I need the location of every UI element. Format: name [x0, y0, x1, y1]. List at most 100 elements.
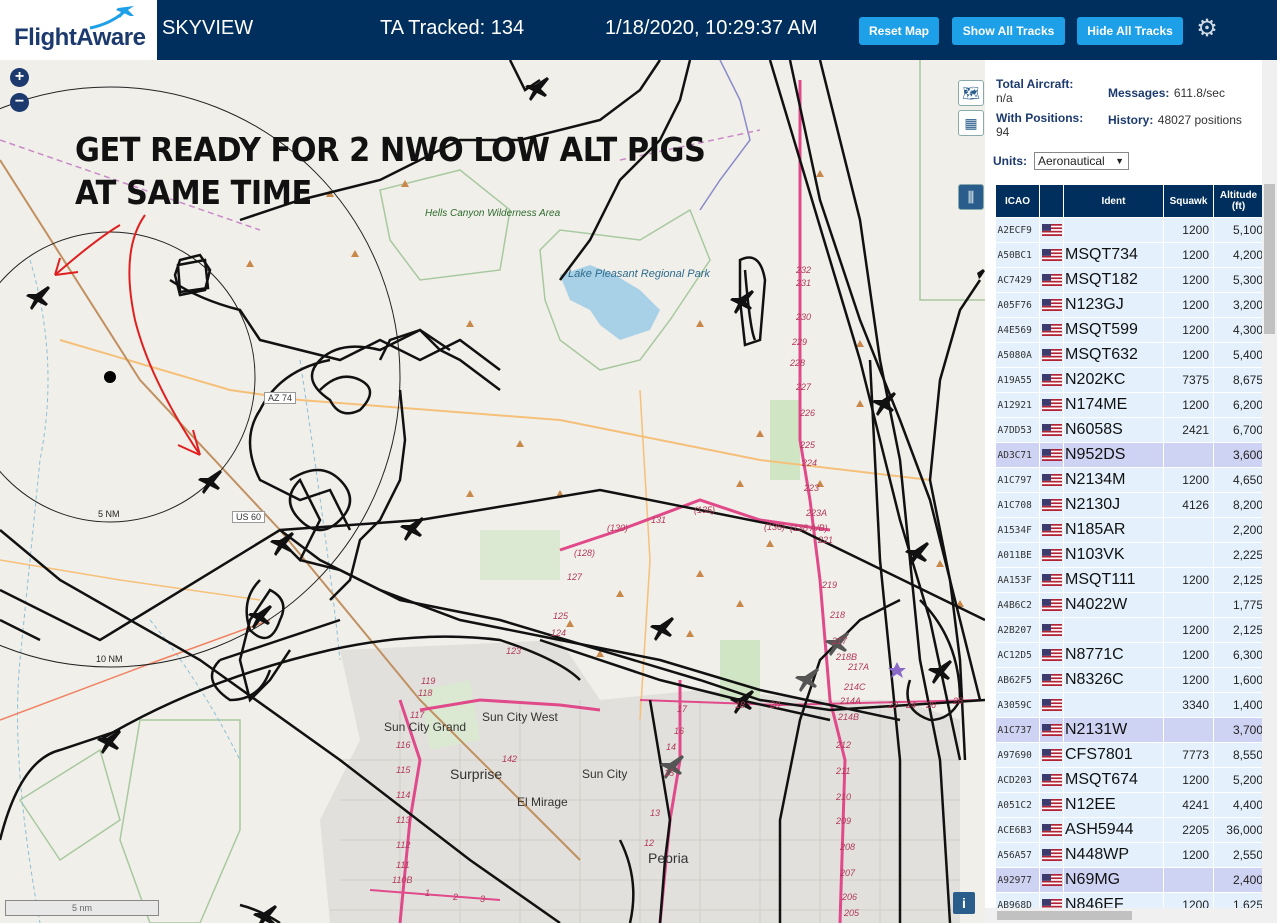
- table-row[interactable]: AD3C71 N952DS 3,600: [995, 442, 1264, 468]
- table-row[interactable]: A1C797 N2134M 1200 4,650: [995, 467, 1264, 493]
- cell-ident: N2134M: [1063, 467, 1164, 493]
- table-row[interactable]: AB62F5 N8326C 1200 1,600: [995, 667, 1264, 693]
- table-row[interactable]: A011BE N103VK 2,225: [995, 542, 1264, 568]
- table-row[interactable]: A97690 CFS7801 7773 8,550: [995, 742, 1264, 768]
- show-all-tracks-button[interactable]: Show All Tracks: [952, 17, 1065, 45]
- hwy-label: 110B: [392, 875, 413, 885]
- us-flag-icon: [1039, 817, 1064, 843]
- table-row[interactable]: A2B207 1200 2,125: [995, 617, 1264, 643]
- hwy-label: 3: [480, 894, 486, 904]
- reset-map-button[interactable]: Reset Map: [859, 17, 939, 45]
- cell-icao: A2ECF9: [995, 217, 1040, 243]
- table-row[interactable]: A4B6C2 N4022W 1,775: [995, 592, 1264, 618]
- table-row[interactable]: A92977 N69MG 2,400: [995, 867, 1264, 893]
- table-row[interactable]: AA153F MSQT111 1200 2,125: [995, 567, 1264, 593]
- table-row[interactable]: A051C2 N12EE 4241 4,400: [995, 792, 1264, 818]
- table-row[interactable]: AC7429 MSQT182 1200 5,300: [995, 267, 1264, 293]
- cell-icao: ACE6B3: [995, 817, 1040, 843]
- col-header-altitude[interactable]: Altitude (ft): [1213, 184, 1264, 218]
- hwy-label: 22: [888, 700, 899, 710]
- cell-squawk: 7773: [1163, 742, 1214, 768]
- cell-squawk: [1163, 592, 1214, 618]
- table-row[interactable]: A2ECF9 1200 5,100: [995, 217, 1264, 243]
- zoom-in-button[interactable]: +: [10, 68, 29, 87]
- table-row[interactable]: A05F76 N123GJ 1200 3,200: [995, 292, 1264, 318]
- cell-icao: AC12D5: [995, 642, 1040, 668]
- col-header-squawk[interactable]: Squawk: [1163, 184, 1214, 218]
- cell-altitude: 6,700: [1213, 417, 1264, 443]
- flightaware-logo[interactable]: FlightAware: [0, 0, 157, 60]
- col-header-icao[interactable]: ICAO: [995, 184, 1040, 218]
- table-row[interactable]: A1C737 N2131W 3,700: [995, 717, 1264, 743]
- cell-altitude: 3,700: [1213, 717, 1264, 743]
- cell-altitude: 2,200: [1213, 517, 1264, 543]
- hwy-label: 119: [421, 676, 436, 686]
- cell-squawk: 1200: [1163, 317, 1214, 343]
- table-row[interactable]: A1534F N185AR 2,200: [995, 517, 1264, 543]
- info-icon[interactable]: i: [953, 892, 975, 914]
- scale-bar: 5 nm: [5, 900, 159, 916]
- table-row[interactable]: A56A57 N448WP 1200 2,550: [995, 842, 1264, 868]
- hwy-label: 17: [677, 704, 688, 714]
- ta-tracked-count: TA Tracked: 134: [380, 17, 525, 39]
- scrollbar-thumb[interactable]: [1264, 184, 1275, 334]
- hwy-label: 214C: [844, 682, 866, 692]
- columns-icon[interactable]: ⫼: [958, 184, 984, 210]
- cell-altitude: 4,650: [1213, 467, 1264, 493]
- sidebar-vertical-scrollbar[interactable]: [1262, 60, 1277, 923]
- table-row[interactable]: A50BC1 MSQT734 1200 4,200: [995, 242, 1264, 268]
- cell-icao: A1534F: [995, 517, 1040, 543]
- col-header-flag[interactable]: [1039, 184, 1064, 218]
- table-row[interactable]: A1C708 N2130J 4126 8,200: [995, 492, 1264, 518]
- cell-altitude: 8,200: [1213, 492, 1264, 518]
- cell-squawk: 1200: [1163, 642, 1214, 668]
- cell-ident: N185AR: [1063, 517, 1164, 543]
- cell-squawk: [1163, 867, 1214, 893]
- table-row[interactable]: A19A55 N202KC 7375 8,675: [995, 367, 1264, 393]
- hwy-label: 217A: [848, 662, 870, 672]
- cell-icao: A1C797: [995, 467, 1040, 493]
- history-label: History:: [1108, 113, 1154, 127]
- us-flag-icon: [1039, 592, 1064, 618]
- cell-altitude: 4,200: [1213, 242, 1264, 268]
- hwy-label: 206: [842, 892, 858, 902]
- cell-icao: A051C2: [995, 792, 1040, 818]
- zoom-out-button[interactable]: −: [10, 93, 29, 112]
- us-flag-icon: [1039, 842, 1064, 868]
- table-row[interactable]: A5080A MSQT632 1200 5,400: [995, 342, 1264, 368]
- cell-altitude: 4,400: [1213, 792, 1264, 818]
- cell-icao: A1C708: [995, 492, 1040, 518]
- hwy-label: (135): [694, 505, 716, 515]
- hwy-label: 125: [553, 611, 569, 621]
- table-row[interactable]: ACE6B3 ASH5944 2205 36,000: [995, 817, 1264, 843]
- table-row[interactable]: A12921 N174ME 1200 6,200: [995, 392, 1264, 418]
- gear-icon[interactable]: ⚙: [1195, 17, 1219, 41]
- cell-squawk: 1200: [1163, 342, 1214, 368]
- map-view[interactable]: GET READY FOR 2 NWO LOW ALT PIGS AT SAME…: [0, 60, 985, 923]
- cell-altitude: 1,600: [1213, 667, 1264, 693]
- hide-all-tracks-button[interactable]: Hide All Tracks: [1077, 17, 1183, 45]
- cell-ident: N103VK: [1063, 542, 1164, 568]
- units-select[interactable]: Aeronautical ▼: [1034, 152, 1129, 170]
- cell-ident: N2131W: [1063, 717, 1164, 743]
- aircraft-sidebar: Total Aircraft: n/a Messages: 611.8/sec …: [985, 60, 1277, 923]
- hwy-label: 205: [844, 908, 860, 918]
- table-row[interactable]: AC12D5 N8771C 1200 6,300: [995, 642, 1264, 668]
- chevron-down-icon: ▼: [1115, 156, 1124, 166]
- map-layers-icon[interactable]: 🗺: [958, 80, 984, 106]
- grid-icon[interactable]: ▦: [958, 110, 984, 136]
- label-hells-canyon: Hells Canyon Wilderness Area: [425, 208, 561, 219]
- table-row[interactable]: A7DD53 N6058S 2421 6,700: [995, 417, 1264, 443]
- label-sun-city: Sun City: [582, 767, 628, 781]
- col-header-ident[interactable]: Ident: [1063, 184, 1164, 218]
- sidebar-horizontal-scrollbar[interactable]: [985, 908, 1262, 923]
- hwy-label: 224: [802, 458, 818, 468]
- table-row[interactable]: ACD203 MSQT674 1200 5,200: [995, 767, 1264, 793]
- total-aircraft-value: n/a: [996, 91, 1013, 105]
- cell-ident: MSQT734: [1063, 242, 1164, 268]
- scrollbar-thumb[interactable]: [997, 911, 1132, 920]
- table-row[interactable]: A3059C 3340 1,400: [995, 692, 1264, 718]
- hwy-label: 115: [396, 765, 411, 775]
- table-row[interactable]: A4E569 MSQT599 1200 4,300: [995, 317, 1264, 343]
- annotation-line-2: AT SAME TIME: [75, 173, 312, 212]
